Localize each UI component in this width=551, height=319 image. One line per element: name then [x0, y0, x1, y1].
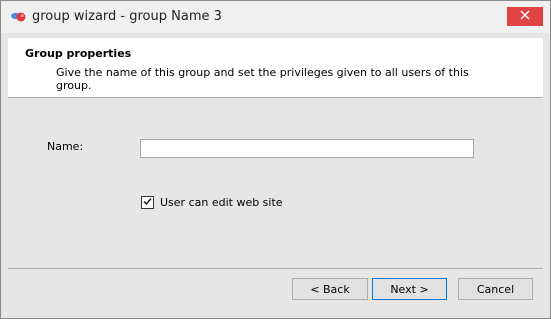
app-logo-icon [10, 11, 28, 23]
name-label: Name: [47, 140, 84, 153]
next-button[interactable]: Next > [372, 278, 447, 300]
window-title: group wizard - group Name 3 [32, 9, 222, 24]
footer-divider [8, 268, 543, 269]
close-button[interactable] [507, 7, 543, 26]
edit-website-checkbox[interactable] [141, 196, 154, 209]
wizard-window: group wizard - group Name 3 Group proper… [0, 0, 551, 319]
checkmark-icon [143, 196, 152, 209]
edit-website-label[interactable]: User can edit web site [160, 196, 283, 209]
cancel-button[interactable]: Cancel [458, 278, 533, 300]
edit-website-checkbox-row[interactable]: User can edit web site [141, 196, 283, 209]
title-bar[interactable]: group wizard - group Name 3 [1, 1, 550, 33]
wizard-content: Name: User can edit web site [8, 98, 543, 268]
close-icon [520, 10, 530, 23]
header-title: Group properties [25, 47, 132, 60]
wizard-header: Group properties Give the name of this g… [8, 38, 543, 97]
name-input[interactable] [140, 139, 474, 158]
back-button[interactable]: < Back [292, 278, 368, 300]
header-description: Give the name of this group and set the … [56, 66, 469, 92]
